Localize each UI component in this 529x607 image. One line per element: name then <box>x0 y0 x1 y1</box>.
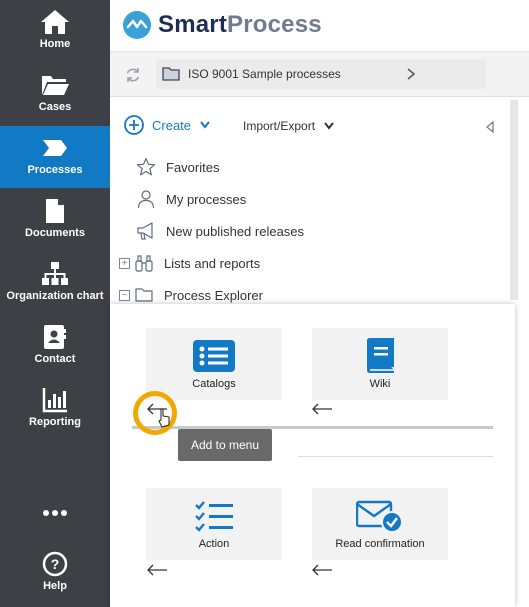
logo-text: SmartProcess <box>158 11 322 38</box>
refresh-icon[interactable] <box>124 66 142 84</box>
checklist-icon <box>194 498 234 534</box>
book-icon <box>363 338 397 374</box>
tree-item-favorites[interactable]: Favorites <box>136 154 219 180</box>
home-icon <box>40 8 70 36</box>
folder-open-icon <box>40 71 70 99</box>
user-icon <box>137 190 155 209</box>
tile-label: Catalogs <box>192 378 236 390</box>
svg-text:?: ? <box>51 556 60 572</box>
mail-check-icon <box>356 498 404 534</box>
add-to-menu-tooltip: Add to menu <box>178 429 272 461</box>
plus-circle-icon <box>124 115 144 135</box>
tree-item-label: Process Explorer <box>164 287 263 303</box>
org-chart-icon <box>41 260 69 288</box>
tree-item-label: My processes <box>166 191 247 207</box>
tree-item-label: New published releases <box>166 223 305 239</box>
nav-home[interactable]: Home <box>0 0 110 62</box>
tree-item-label: Favorites <box>166 159 220 175</box>
tree-item-lists-and-reports[interactable]: + Lists and reports <box>119 250 260 276</box>
nav-documents-label: Documents <box>25 227 85 239</box>
tree-toolbar: Create Import/Export <box>110 97 510 155</box>
contact-card-icon <box>43 323 67 351</box>
more-dots-icon <box>42 502 68 524</box>
tree-scrollbar[interactable] <box>510 100 518 300</box>
catalog-list-icon <box>192 338 236 374</box>
nav-help[interactable]: ? Help <box>0 542 110 604</box>
chevron-down-icon <box>324 122 334 130</box>
arrow-left-icon[interactable] <box>311 564 333 576</box>
megaphone-icon <box>137 222 153 240</box>
hand-pointer-icon <box>158 408 170 428</box>
import-export-button[interactable]: Import/Export <box>243 119 335 133</box>
create-button[interactable]: Create <box>124 115 211 135</box>
folder-icon <box>135 288 153 302</box>
tile-catalogs[interactable]: Catalogs <box>146 328 282 400</box>
nav-reporting-label: Reporting <box>29 416 81 428</box>
nav-cases-label: Cases <box>38 101 72 113</box>
nav-processes-label: Processes <box>27 164 83 176</box>
nav-organization-chart-label: Organization chart <box>6 290 104 302</box>
star-icon <box>136 157 156 176</box>
breadcrumb-bar: ISO 9001 Sample processes <box>110 52 529 97</box>
tile-wiki[interactable]: Wiki <box>312 328 448 400</box>
chevron-down-icon <box>200 121 210 129</box>
nav-organization-chart[interactable]: Organization chart <box>0 252 110 314</box>
tile-read-confirmation[interactable]: Read confirmation <box>312 488 448 560</box>
logo-mark-icon <box>123 11 151 39</box>
nav-more[interactable] <box>0 494 110 524</box>
app-logo[interactable]: SmartProcess <box>122 10 322 40</box>
breadcrumb-path: ISO 9001 Sample processes <box>188 67 341 81</box>
nav-contact-label: Contact <box>34 353 76 365</box>
app-header: SmartProcess <box>110 0 529 52</box>
document-icon <box>44 197 66 225</box>
tree-item-label: Lists and reports <box>164 255 261 271</box>
add-menu-popup: Catalogs Wiki Action Read confirmation <box>110 304 515 607</box>
nav-cases[interactable]: Cases <box>0 63 110 125</box>
create-label: Create <box>152 117 192 133</box>
collapse-icon[interactable]: − <box>119 289 130 301</box>
tile-label: Wiki <box>369 378 391 390</box>
arrow-left-icon[interactable] <box>311 403 333 415</box>
nav-home-label: Home <box>39 38 71 50</box>
import-export-label: Import/Export <box>243 119 316 133</box>
help-circle-icon: ? <box>42 550 68 578</box>
tree-item-new-published-releases[interactable]: New published releases <box>136 218 304 244</box>
section-divider <box>298 456 493 457</box>
tree-item-my-processes[interactable]: My processes <box>136 186 246 212</box>
folder-icon <box>162 67 180 81</box>
main-sidebar: Home Cases Processes Documents Organizat… <box>0 0 110 607</box>
nav-help-label: Help <box>43 580 67 592</box>
tile-label: Action <box>198 538 230 550</box>
bar-chart-icon <box>42 386 68 414</box>
process-chevron-icon <box>42 134 68 162</box>
nav-contact[interactable]: Contact <box>0 315 110 377</box>
collapse-panel-icon[interactable] <box>485 121 495 133</box>
binoculars-icon <box>135 255 153 272</box>
nav-documents[interactable]: Documents <box>0 189 110 251</box>
expand-icon[interactable]: + <box>119 257 130 269</box>
nav-reporting[interactable]: Reporting <box>0 378 110 440</box>
tile-label: Read confirmation <box>335 538 425 550</box>
nav-processes[interactable]: Processes <box>0 126 110 188</box>
tile-action[interactable]: Action <box>146 488 282 560</box>
arrow-left-icon[interactable] <box>146 564 168 576</box>
breadcrumb[interactable]: ISO 9001 Sample processes <box>156 59 486 89</box>
chevron-right-icon[interactable] <box>406 68 416 80</box>
